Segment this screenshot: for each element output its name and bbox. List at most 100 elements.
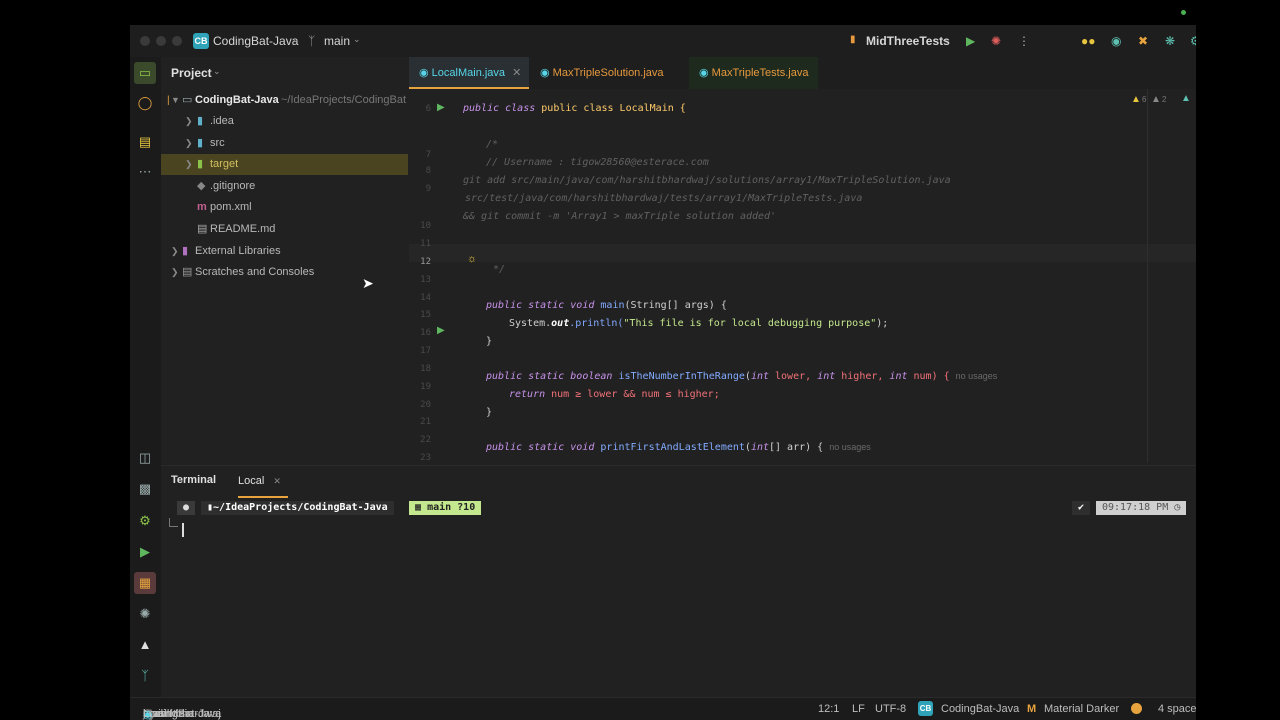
code-text: public static void xyxy=(486,442,595,453)
tree-item-gitignore[interactable]: ◆ .gitignore xyxy=(161,176,408,197)
tab-label: MaxTripleTests.java xyxy=(711,67,809,79)
warning-icon[interactable]: ▲ xyxy=(1131,94,1141,105)
plugin-icon[interactable]: ◉ xyxy=(1111,34,1121,48)
terminal-tab-label: Local xyxy=(238,475,265,487)
run-config-selector[interactable]: MidThreeTests xyxy=(866,34,950,48)
settings-icon[interactable]: ⚙ xyxy=(1190,34,1196,48)
run-tool-icon[interactable]: ▶ xyxy=(134,541,156,563)
theme-name[interactable]: Material Darker xyxy=(1044,703,1119,715)
debug-icon[interactable]: ✺ xyxy=(991,34,1001,48)
close-icon[interactable]: ✕ xyxy=(512,67,521,79)
git-tool-icon[interactable]: ᛉ xyxy=(134,665,156,687)
code-text: num) { xyxy=(907,371,950,382)
code-text: .println( xyxy=(569,318,624,329)
code-with-me-icon[interactable]: ●● xyxy=(1081,34,1096,48)
code-line: public class public class LocalMain { xyxy=(463,103,686,114)
commit-tool-icon[interactable]: ◯ xyxy=(134,92,156,114)
code-text: int xyxy=(750,442,769,453)
caret-position[interactable]: 12:1 xyxy=(818,703,839,715)
apple-icon: ● xyxy=(177,501,196,515)
run-gutter-icon[interactable]: ▶ xyxy=(437,325,445,336)
line-number: 23 xyxy=(420,453,431,463)
code-text: lower, xyxy=(769,371,818,382)
tree-root[interactable]: | ▼ ▭ CodingBat-Java ~/IdeaProjects/Codi… xyxy=(161,90,408,111)
tree-item-label: Scratches and Consoles xyxy=(195,266,315,278)
tab-localmain[interactable]: ◉ LocalMain.java ✕ xyxy=(409,57,529,89)
terminal-status-ok: ✔ xyxy=(1072,501,1091,515)
java-class-icon: ◉ xyxy=(419,67,429,79)
tree-item-src[interactable]: ❯ ▮ src xyxy=(161,133,408,154)
line-number: 14 xyxy=(420,293,431,303)
tools-icon[interactable]: ✖ xyxy=(1138,34,1148,48)
status-dot xyxy=(1181,10,1186,15)
line-number: 20 xyxy=(420,400,431,410)
editor-tabs: ◉ LocalMain.java ✕ ◉ MaxTripleSolution.j… xyxy=(409,57,1196,90)
weak-warning-icon[interactable]: ▲ xyxy=(1151,94,1161,105)
bookmarks-tool-icon[interactable]: ◫ xyxy=(134,447,156,469)
chevron-right-icon: ❯ xyxy=(185,116,193,126)
tab-maxtriplesolution[interactable]: ◉ MaxTripleSolution.java xyxy=(530,57,674,89)
close-window-button[interactable] xyxy=(140,36,150,46)
tree-item-external-libraries[interactable]: ❯ ▮ External Libraries xyxy=(161,241,408,262)
chevron-up-icon[interactable]: ▲ xyxy=(1181,93,1191,104)
terminal-cursor[interactable] xyxy=(182,523,184,537)
run-gutter-icon[interactable]: ▶ xyxy=(437,102,445,113)
services-tool-icon[interactable]: ⚙ xyxy=(134,510,156,532)
code-editor[interactable]: ▲ 6 ▲ 2 ▲ 6 7 8 9 10 11 12 13 14 15 16 1… xyxy=(409,89,1196,463)
run-icon[interactable]: ▶ xyxy=(966,34,975,48)
structure-tool-icon[interactable]: ▤ xyxy=(134,131,156,153)
problems-tool-icon[interactable]: ▲ xyxy=(134,634,156,656)
chevron-down-icon: ⌄ xyxy=(213,66,221,76)
code-line: return num ≥ lower && num ≤ higher; xyxy=(509,389,720,400)
more-options-icon[interactable]: ⋮ xyxy=(1018,34,1030,48)
line-number: 15 xyxy=(420,310,431,320)
tree-item-readme[interactable]: ▤ README.md xyxy=(161,219,408,240)
code-text: out xyxy=(551,318,570,329)
tree-item-target[interactable]: ❯ ▮ target xyxy=(161,154,408,175)
terminal-path-text: ~/IdeaProjects/CodingBat-Java xyxy=(213,502,388,513)
database-tool-icon[interactable]: ▩ xyxy=(134,478,156,500)
code-line: /* xyxy=(486,139,499,150)
project-tool-icon[interactable]: ▭ xyxy=(134,62,156,84)
line-number: 6 xyxy=(425,104,431,114)
ai-assistant-icon[interactable]: ❋ xyxy=(1165,34,1175,48)
project-panel-title[interactable]: Project xyxy=(171,66,212,80)
project-switcher[interactable]: CodingBat-Java xyxy=(213,34,298,48)
line-number: 11 xyxy=(420,239,431,249)
file-encoding[interactable]: UTF-8 xyxy=(875,703,906,715)
usages-hint[interactable]: no usages xyxy=(829,442,871,452)
line-number: 16 xyxy=(420,328,431,338)
code-text: int xyxy=(817,371,836,382)
line-number: 18 xyxy=(420,364,431,374)
chevron-down-icon: ⌄ xyxy=(353,34,361,44)
status-project[interactable]: CodingBat-Java xyxy=(941,703,1019,715)
tree-item-label: src xyxy=(210,137,225,149)
minimize-window-button[interactable] xyxy=(156,36,166,46)
notification-icon[interactable] xyxy=(1131,703,1142,714)
tree-item-idea[interactable]: ❯ ▮ .idea xyxy=(161,111,408,132)
tree-item-pom[interactable]: m pom.xml xyxy=(161,197,408,218)
code-text: ); xyxy=(876,318,889,329)
terminal-tab-local[interactable]: Local ✕ xyxy=(238,466,288,498)
library-icon: ▮ xyxy=(182,245,189,257)
line-number: 13 xyxy=(420,275,431,285)
more-tools-icon[interactable]: ⋯ xyxy=(134,161,156,183)
project-panel: Project ⌄ | ▼ ▭ CodingBat-Java ~/IdeaPro… xyxy=(161,57,408,477)
tab-maxtripletests[interactable]: ◉ MaxTripleTests.java xyxy=(689,57,819,89)
terminal-tool-icon[interactable]: ▦ xyxy=(134,572,156,594)
lightbulb-icon[interactable]: ☼ xyxy=(467,253,477,265)
terminal-time: 09:17:18 PM ◷ xyxy=(1096,501,1187,515)
tab-overflow-icon[interactable]: ⋮ xyxy=(1192,65,1196,79)
source-folder-icon: ▮ xyxy=(197,137,204,149)
code-line: && git commit -m 'Array1 > maxTriple sol… xyxy=(463,211,777,222)
debug-tool-icon[interactable]: ✺ xyxy=(134,603,156,625)
chevron-down-icon: ▼ xyxy=(171,95,180,105)
line-separator[interactable]: LF xyxy=(852,703,865,715)
indent-setting[interactable]: 4 space xyxy=(1158,703,1196,715)
terminal-title: Terminal xyxy=(171,474,217,486)
close-icon[interactable]: ✕ xyxy=(273,476,281,486)
branch-switcher[interactable]: main xyxy=(324,34,350,48)
breadcrumb-item[interactable]: LocalMain xyxy=(143,708,193,720)
maximize-window-button[interactable] xyxy=(172,36,182,46)
usages-hint[interactable]: no usages xyxy=(956,371,998,381)
